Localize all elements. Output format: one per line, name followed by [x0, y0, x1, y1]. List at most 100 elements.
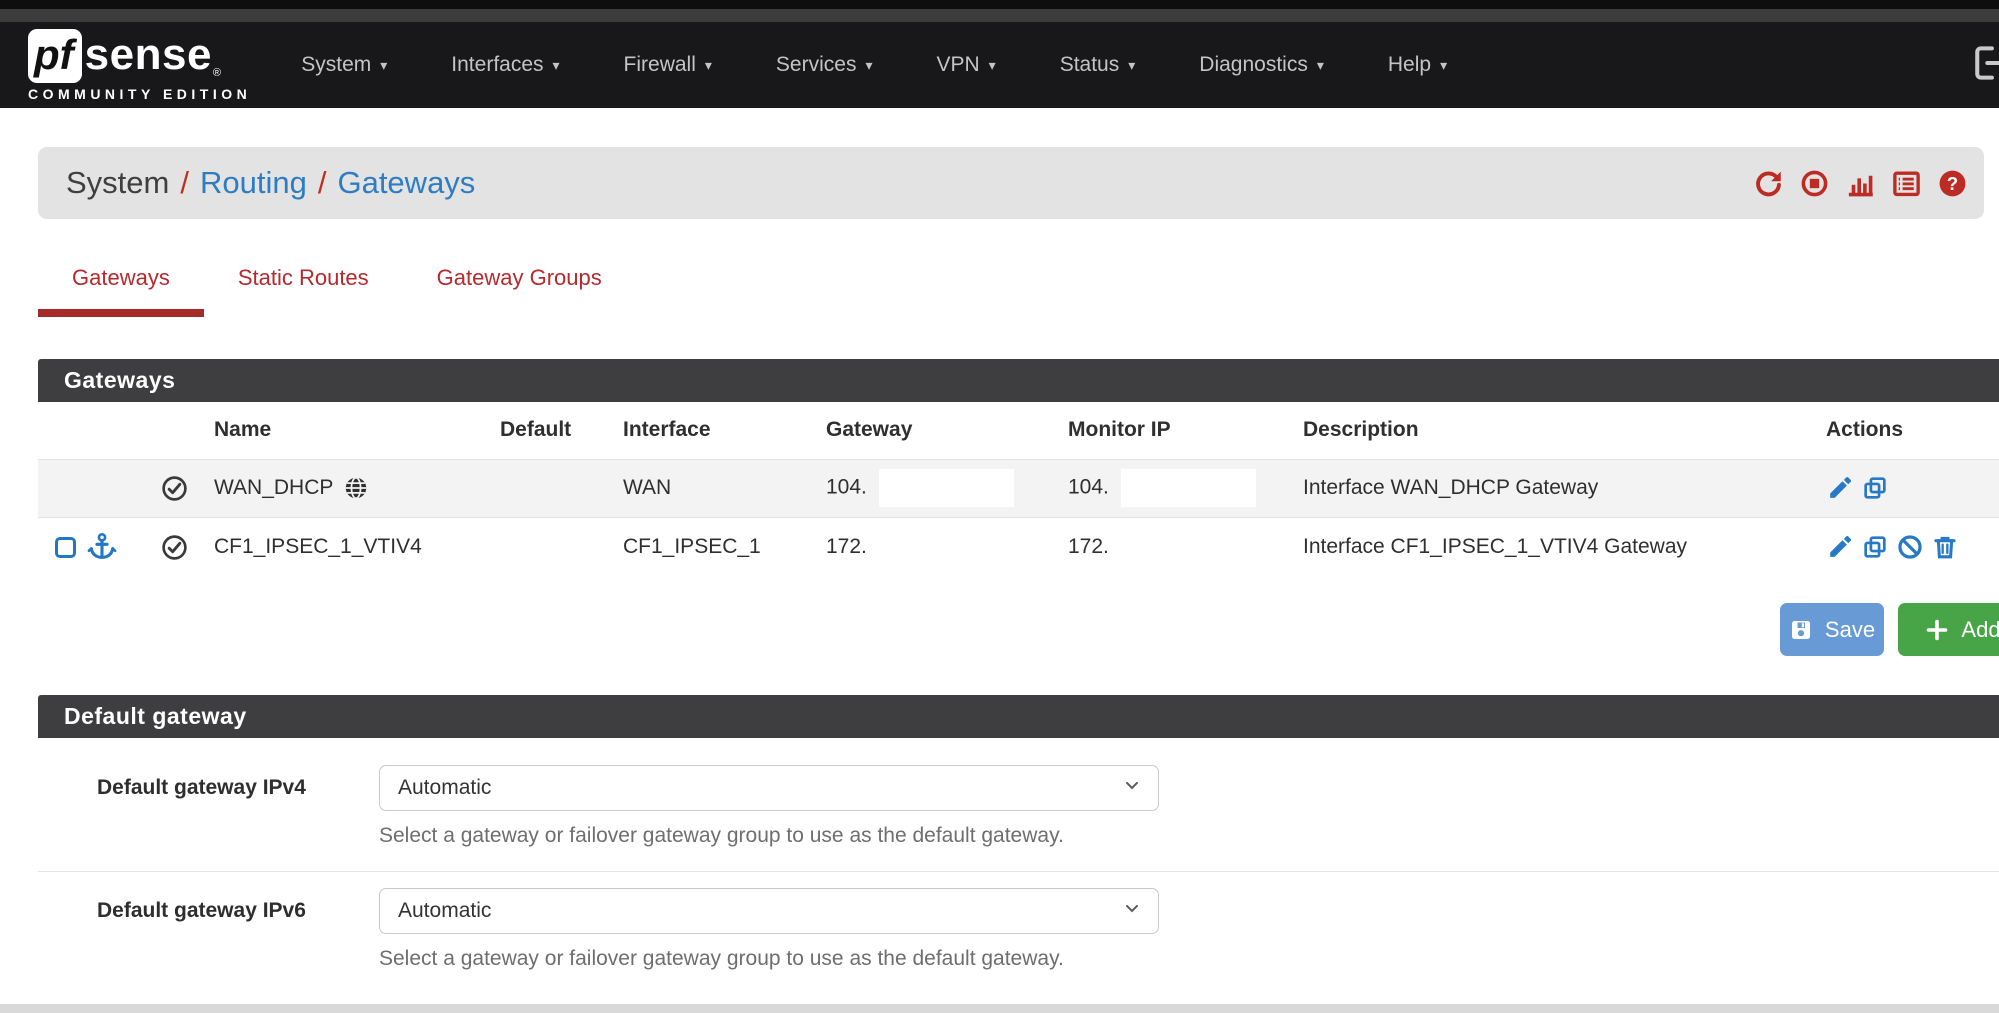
- gateway-ip: 104.: [826, 476, 867, 499]
- chevron-down-icon: ▾: [1440, 57, 1447, 74]
- routing-tabs: Gateways Static Routes Gateway Groups: [38, 265, 1999, 317]
- actions-cell: [1823, 517, 1999, 577]
- redaction-box: [1121, 469, 1256, 507]
- navbar: pf sense ® COMMUNITY EDITION System ▾ Int…: [0, 22, 1999, 108]
- help-circle-icon[interactable]: ?: [1937, 168, 1968, 199]
- chevron-down-icon: ▾: [1317, 57, 1324, 74]
- chevron-down-icon: ▾: [989, 57, 996, 74]
- column-header-monitor-ip: Monitor IP: [1053, 402, 1297, 459]
- field-help-text: Select a gateway or failover gateway gro…: [379, 947, 1999, 971]
- nav-item-label: Firewall: [624, 53, 696, 77]
- tab-gateways[interactable]: Gateways: [38, 265, 204, 317]
- interface-cell: WAN: [612, 459, 806, 517]
- chevron-down-icon: ▾: [865, 57, 872, 74]
- logo-registered-mark: ®: [213, 67, 221, 79]
- page-action-icons: ?: [1753, 168, 1968, 199]
- trash-icon[interactable]: [1931, 533, 1959, 561]
- gateways-table: Name Default Interface Gateway Monitor I…: [38, 402, 1999, 577]
- add-button-label: Add: [1961, 617, 1999, 643]
- bar-chart-icon[interactable]: [1845, 168, 1876, 199]
- gateway-name-cell: CF1_IPSEC_1_VTIV4: [204, 517, 500, 577]
- logo-sense: sense: [85, 29, 212, 81]
- nav-item-diagnostics[interactable]: Diagnostics ▾: [1199, 53, 1324, 77]
- edit-icon[interactable]: [1826, 533, 1854, 561]
- tab-gateway-groups[interactable]: Gateway Groups: [403, 265, 636, 317]
- square-icon[interactable]: [55, 537, 76, 558]
- column-header-actions: Actions: [1823, 402, 1999, 459]
- monitor-ip-cell: 172.: [1053, 517, 1297, 577]
- row-left-icons-cell: [38, 517, 148, 577]
- gateway-name: CF1_IPSEC_1_VTIV4: [214, 535, 422, 558]
- nav-item-services[interactable]: Services ▾: [776, 53, 873, 77]
- row-status-cell: [148, 517, 204, 577]
- chevron-down-icon: ▾: [705, 57, 712, 74]
- select-value: Automatic: [398, 899, 491, 923]
- table-header-row: Name Default Interface Gateway Monitor I…: [38, 402, 1999, 459]
- select-value: Automatic: [398, 776, 491, 800]
- description-cell: Interface WAN_DHCP Gateway: [1297, 459, 1823, 517]
- gateway-name-cell: WAN_DHCP: [204, 459, 500, 517]
- nav-item-label: VPN: [936, 53, 979, 77]
- panel-title: Gateways: [64, 367, 175, 394]
- window-title-strip: [0, 9, 1999, 22]
- logo-tagline: COMMUNITY EDITION: [28, 86, 251, 102]
- refresh-icon[interactable]: [1753, 168, 1784, 199]
- edit-icon[interactable]: [1826, 474, 1854, 502]
- globe-icon: [342, 474, 370, 502]
- nav-item-label: Diagnostics: [1199, 53, 1308, 77]
- anchor-icon[interactable]: [86, 531, 118, 563]
- default-gateway-ipv4-select[interactable]: Automatic: [379, 765, 1159, 811]
- breadcrumb-separator: /: [318, 165, 327, 201]
- nav-item-label: Status: [1060, 53, 1120, 77]
- breadcrumb-routing-link[interactable]: Routing: [200, 165, 307, 201]
- column-header-blank: [38, 402, 148, 459]
- default-gateway-ipv6-select[interactable]: Automatic: [379, 888, 1159, 934]
- list-icon[interactable]: [1891, 168, 1922, 199]
- nav-item-label: System: [301, 53, 371, 77]
- nav-item-label: Help: [1388, 53, 1431, 77]
- monitor-ip-cell: 104.: [1053, 459, 1297, 517]
- breadcrumb: System / Routing / Gateways: [66, 165, 475, 201]
- column-header-name: Name: [204, 402, 500, 459]
- nav-item-help[interactable]: Help ▾: [1388, 53, 1447, 77]
- save-button[interactable]: Save: [1780, 603, 1884, 656]
- monitor-ip: 104.: [1068, 476, 1109, 499]
- row-left-icons-cell: [38, 459, 148, 517]
- default-cell: [500, 459, 612, 517]
- nav-item-system[interactable]: System ▾: [301, 53, 387, 77]
- bottom-strip: [0, 1004, 1999, 1013]
- sign-out-icon[interactable]: [1969, 41, 1999, 90]
- copy-icon[interactable]: [1861, 474, 1889, 502]
- default-gateway-ipv4-row: Default gateway IPv4 Automatic Select a …: [38, 738, 1999, 871]
- ban-icon[interactable]: [1896, 533, 1924, 561]
- gateway-ip: 172.: [826, 535, 867, 558]
- nav-item-label: Interfaces: [451, 53, 543, 77]
- add-button[interactable]: Add: [1898, 603, 1999, 656]
- breadcrumb-gateways-link[interactable]: Gateways: [337, 165, 475, 201]
- nav-item-label: Services: [776, 53, 857, 77]
- nav-item-firewall[interactable]: Firewall ▾: [624, 53, 712, 77]
- breadcrumb-separator: /: [180, 165, 189, 201]
- nav-menu: System▾ Interfaces▾ Firewall▾ Services▾ …: [301, 53, 1447, 77]
- stop-circle-icon[interactable]: [1799, 168, 1830, 199]
- svg-text:?: ?: [1947, 172, 1958, 193]
- tab-static-routes[interactable]: Static Routes: [204, 265, 403, 317]
- nav-item-interfaces[interactable]: Interfaces▾: [451, 53, 559, 77]
- breadcrumb-bar: System / Routing / Gateways: [38, 147, 1984, 219]
- chevron-down-icon: ▾: [380, 57, 387, 74]
- window-top-strip: [0, 0, 1999, 9]
- nav-item-vpn[interactable]: VPN ▾: [936, 53, 995, 77]
- check-circle-icon: [148, 533, 204, 562]
- gateways-panel: Gateways Name Default Interface Gateway …: [38, 359, 1999, 577]
- actions-cell: [1823, 459, 1999, 517]
- save-button-label: Save: [1825, 617, 1875, 643]
- save-icon: [1789, 618, 1813, 642]
- nav-item-status[interactable]: Status▾: [1060, 53, 1136, 77]
- redaction-box: [879, 469, 1014, 507]
- copy-icon[interactable]: [1861, 533, 1889, 561]
- row-status-cell: [148, 459, 204, 517]
- description-cell: Interface CF1_IPSEC_1_VTIV4 Gateway: [1297, 517, 1823, 577]
- pfsense-logo[interactable]: pf sense ® COMMUNITY EDITION: [28, 29, 251, 102]
- column-header-blank: [148, 402, 204, 459]
- table-row: CF1_IPSEC_1_VTIV4 CF1_IPSEC_1 172. 172. …: [38, 517, 1999, 577]
